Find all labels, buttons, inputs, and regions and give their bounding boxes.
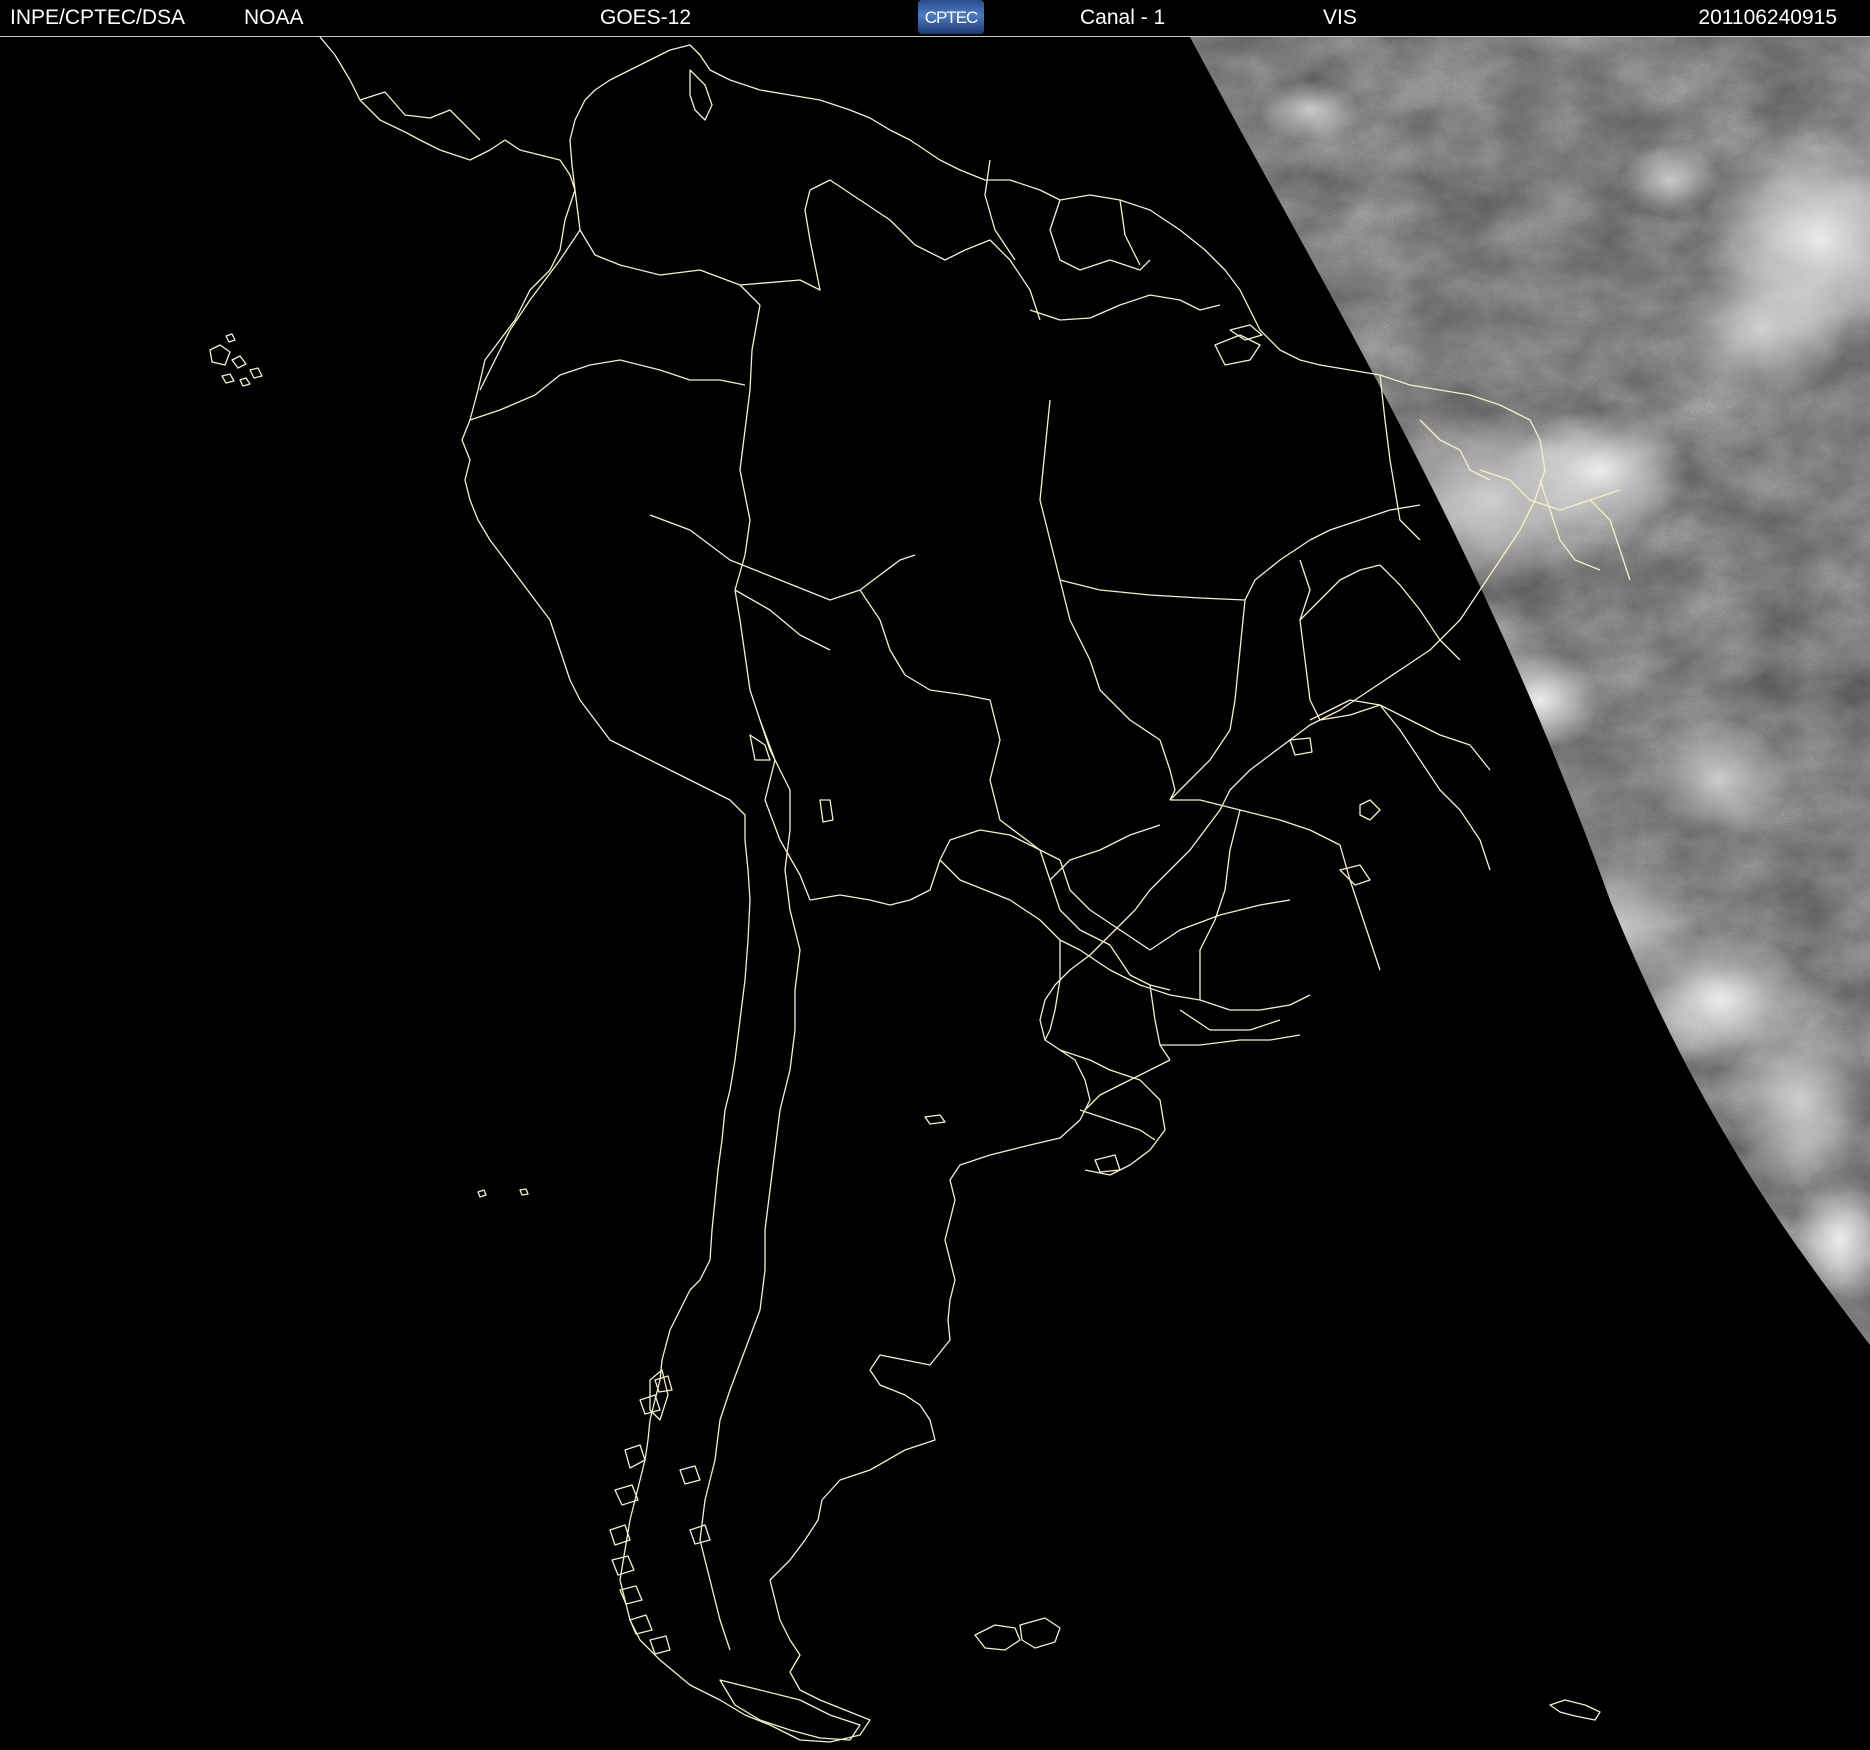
central-america-coast	[319, 37, 576, 191]
cptec-logo-icon: CPTEC	[918, 0, 984, 34]
source-label: NOAA	[244, 6, 304, 29]
cloud-imagery	[1190, 37, 1870, 1345]
channel-label: Canal - 1	[1080, 6, 1166, 29]
band-label: VIS	[1323, 6, 1357, 29]
agency-label: INPE/CPTEC/DSA	[10, 6, 186, 29]
satellite-image-frame: INPE/CPTEC/DSA NOAA GOES-12 CPTEC Canal …	[0, 0, 1870, 1750]
timestamp-label: 201106240915	[1698, 6, 1837, 29]
map-svg	[209, 37, 1870, 1743]
logo-text: CPTEC	[924, 8, 979, 27]
satellite-map	[0, 37, 1870, 1750]
satellite-label: GOES-12	[600, 6, 692, 29]
image-header-bar: INPE/CPTEC/DSA NOAA GOES-12 CPTEC Canal …	[0, 0, 1870, 37]
